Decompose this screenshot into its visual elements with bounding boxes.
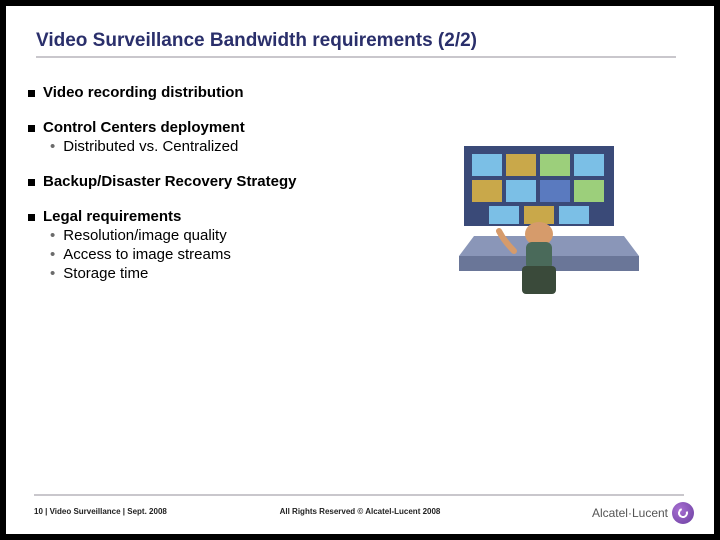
subbullet-text: Distributed vs. Centralized: [63, 138, 238, 155]
subbullet-distributed: • Distributed vs. Centralized: [50, 138, 428, 155]
square-bullet-icon: [28, 125, 35, 132]
bullet-text: Backup/Disaster Recovery Strategy: [43, 173, 296, 190]
subbullet-storage: • Storage time: [50, 265, 428, 282]
logo-swirl-icon: [672, 502, 694, 524]
dot-bullet-icon: •: [50, 247, 55, 262]
content-area: Video recording distribution Control Cen…: [28, 84, 428, 284]
subbullet-resolution: • Resolution/image quality: [50, 227, 428, 244]
illustration-control-room: [444, 136, 654, 296]
subbullet-text: Resolution/image quality: [63, 227, 226, 244]
subbullet-text: Access to image streams: [63, 246, 231, 263]
logo-text: Alcatel·Lucent: [592, 506, 668, 520]
bullet-text: Video recording distribution: [43, 84, 244, 101]
dot-bullet-icon: •: [50, 139, 55, 154]
dot-bullet-icon: •: [50, 228, 55, 243]
bullet-legal: Legal requirements: [28, 208, 428, 225]
bullet-backup: Backup/Disaster Recovery Strategy: [28, 173, 428, 190]
square-bullet-icon: [28, 179, 35, 186]
company-logo: Alcatel·Lucent: [592, 502, 694, 524]
slide-title: Video Surveillance Bandwidth requirement…: [36, 30, 676, 58]
bullet-text: Legal requirements: [43, 208, 181, 225]
footer-divider: [34, 494, 684, 496]
square-bullet-icon: [28, 214, 35, 221]
bullet-control-centers: Control Centers deployment: [28, 119, 428, 136]
bullet-video-recording: Video recording distribution: [28, 84, 428, 101]
slide: Video Surveillance Bandwidth requirement…: [6, 6, 714, 534]
subbullet-access: • Access to image streams: [50, 246, 428, 263]
square-bullet-icon: [28, 90, 35, 97]
dot-bullet-icon: •: [50, 266, 55, 281]
subbullet-text: Storage time: [63, 265, 148, 282]
bullet-text: Control Centers deployment: [43, 119, 245, 136]
